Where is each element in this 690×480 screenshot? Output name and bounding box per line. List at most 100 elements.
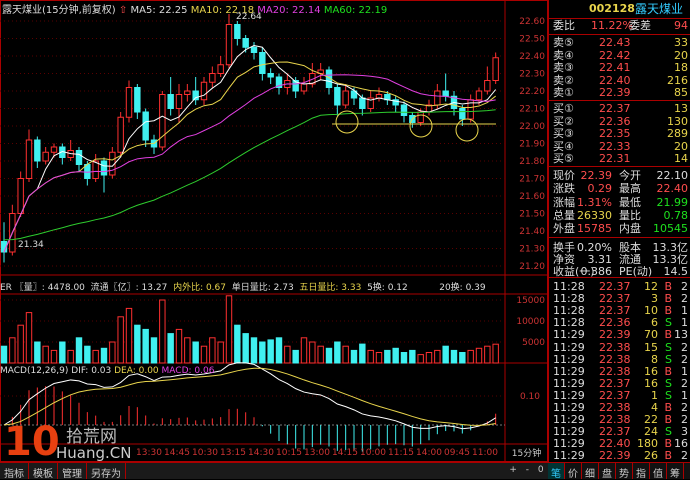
volume-bar <box>434 349 441 364</box>
volume-bar <box>325 347 333 364</box>
tick-row: 11:29 22.38 16 B 1 <box>551 364 688 378</box>
ask-price: 22.39 <box>599 86 631 99</box>
tick-count: 2 <box>681 340 688 354</box>
volume-bar <box>259 341 266 364</box>
tab-indicator[interactable]: 指标 <box>0 463 29 480</box>
ask-volume: 18 <box>674 61 688 74</box>
volume-bar <box>200 345 208 364</box>
candle-up <box>225 24 233 66</box>
stat-row: 涨跌 0.29 最高 22.40 <box>551 183 688 195</box>
tick-price: 22.38 <box>599 352 631 366</box>
tab-detail[interactable]: 势 <box>616 463 633 480</box>
volume-bar <box>159 299 166 364</box>
volume-bar <box>109 341 116 364</box>
tab-save-as[interactable]: 另存为 <box>87 463 126 480</box>
volume-tick-label: 10000 <box>516 317 545 327</box>
ask-label: 卖① <box>553 86 574 99</box>
tab-detail[interactable]: 盘 <box>599 463 616 480</box>
annotation-circle <box>455 118 479 142</box>
volume-bar <box>292 349 299 364</box>
tab-detail[interactable]: 价 <box>565 463 582 480</box>
tick-time: 11:29 <box>553 364 585 378</box>
candle-up <box>159 94 166 148</box>
price-tick-label: 22.20 <box>519 87 545 97</box>
period-label[interactable]: 15分钟 <box>505 446 548 459</box>
bid-volume: 130 <box>667 114 688 128</box>
stat-label: 最高 <box>619 182 641 196</box>
kline-chart[interactable]: 22.60 22.50 22.40 22.30 22.20 22.10 22.00 21.90… <box>0 0 548 462</box>
tick-volume: 15 <box>644 340 658 354</box>
tab-template[interactable]: 模板 <box>29 463 58 480</box>
tick-time: 11:29 <box>553 376 585 390</box>
chart-header: 露天煤业(15分钟,前复权) ⇧ MA5: 22.25 MA10: 22.18 … <box>2 1 387 16</box>
volume-bar <box>284 345 291 364</box>
price-tick-label: 21.40 <box>519 227 545 237</box>
volume-bar <box>50 349 58 364</box>
price-tick-label: 22.30 <box>519 70 545 80</box>
candle-down <box>100 160 108 176</box>
volume-bar <box>209 337 216 364</box>
stat-row: 现价 22.39 今开 22.10 <box>551 170 688 182</box>
candle-up <box>25 139 33 179</box>
ask-volume: 20 <box>674 48 688 62</box>
stat-value: 0.78 <box>663 208 689 222</box>
dea-value: DEA: 0.00 <box>114 366 159 376</box>
x-tick-label: 14:00 <box>416 448 442 458</box>
x-tick-label: 14:15 <box>332 448 358 458</box>
candle-down <box>75 150 83 165</box>
volume-bar <box>167 333 174 364</box>
tab-detail[interactable]: 值 <box>650 463 667 480</box>
candle-down <box>267 73 274 78</box>
x-tick-label: 13:30 <box>136 448 162 458</box>
chart-frame <box>0 0 548 462</box>
candle-up <box>200 81 208 101</box>
volume-bar <box>234 324 241 364</box>
tick-count: 1 <box>681 364 688 378</box>
candle-down <box>334 87 341 106</box>
candle-up <box>434 90 441 106</box>
x-tick-label: 10:00 <box>360 448 386 458</box>
arrow-up-icon: ⇧ <box>118 5 128 16</box>
x-tick-label: 09:45 <box>444 448 470 458</box>
volume-bar <box>375 352 383 364</box>
volume-bar <box>317 345 324 364</box>
candle-up <box>342 90 349 106</box>
tab-detail[interactable]: 筹 <box>667 463 684 480</box>
candle-down <box>167 94 174 109</box>
stat-label: 总量 <box>553 208 575 222</box>
dif-value: DIF: 0.03 <box>71 366 112 376</box>
price-tick-label: 21.60 <box>519 192 545 202</box>
volume-bar <box>309 341 316 364</box>
volume-tick-label: 5000 <box>522 338 545 348</box>
stat-label: 内盘 <box>619 222 641 236</box>
zoom-in-button[interactable]: + <box>509 465 517 475</box>
volume-bar <box>84 345 91 364</box>
volume-bar <box>184 337 191 364</box>
stat-label: 今开 <box>619 169 641 182</box>
tab-detail[interactable]: 指 <box>633 463 650 480</box>
bid-price: 22.31 <box>599 152 631 165</box>
tab-detail[interactable]: 细 <box>582 463 599 480</box>
tick-count: 13 <box>674 328 688 342</box>
candle-down <box>442 90 449 97</box>
tick-side: S <box>665 352 672 366</box>
volume-bar <box>42 345 49 364</box>
zoom-out-button[interactable]: - <box>526 465 529 475</box>
stat-label: 量比 <box>619 208 641 222</box>
tab-manage[interactable]: 管理 <box>58 463 87 480</box>
tab-detail[interactable]: 笔 <box>548 463 565 480</box>
bid-volume: 13 <box>674 102 688 115</box>
price-tick-label: 22.50 <box>519 35 545 45</box>
indicator-tabs: 指标 模板 管理 另存为 <box>0 462 548 480</box>
zoom-reset-button[interactable]: 0 <box>538 465 544 475</box>
volume-bar <box>417 354 424 364</box>
ask-row: 卖⑤ 22.43 33 <box>551 37 688 49</box>
candle-up <box>184 90 191 95</box>
bid-row: 买② 22.36 130 <box>551 114 688 128</box>
stat-label: 涨跌 <box>553 182 575 196</box>
x-tick-label: 11:15 <box>388 448 414 458</box>
bid-price: 22.35 <box>599 127 631 140</box>
zoom-controls: + - 0 <box>505 465 548 475</box>
volume-bar <box>367 349 374 364</box>
tick-side: B <box>664 328 672 342</box>
